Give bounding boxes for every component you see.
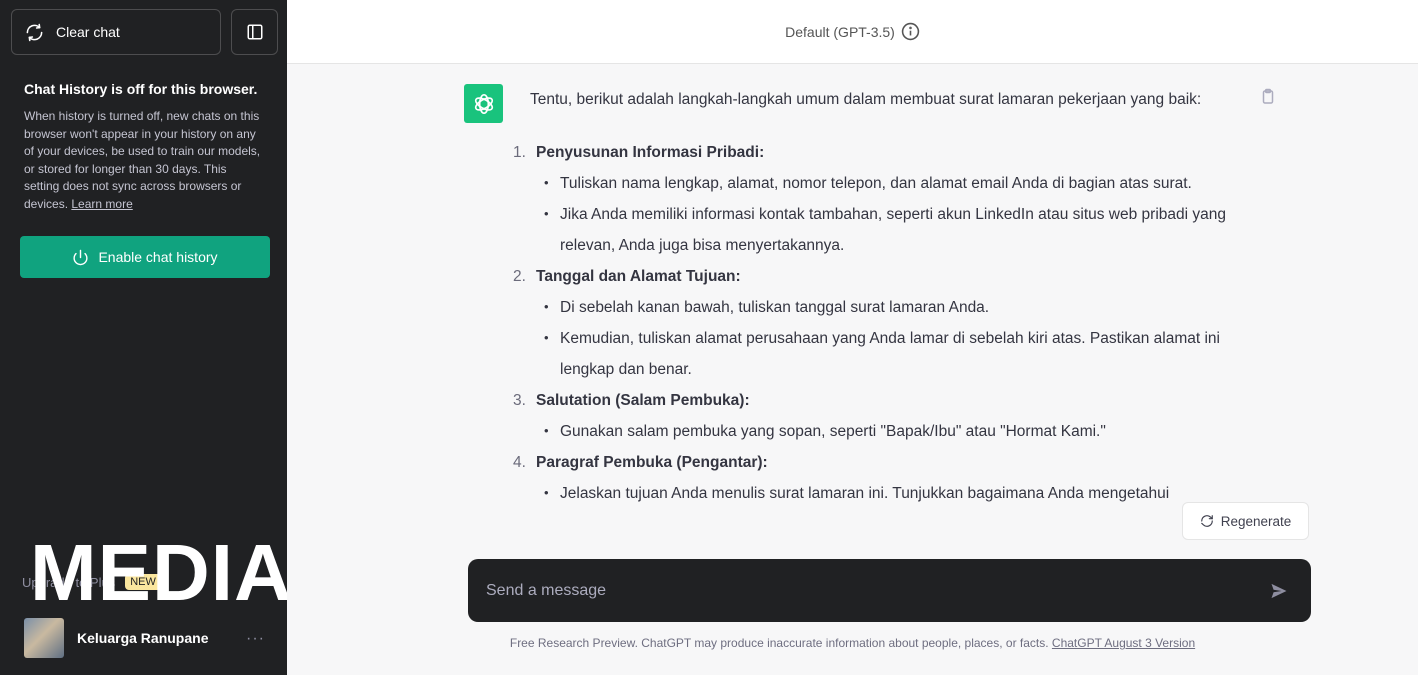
item-title: Penyusunan Informasi Pribadi: bbox=[536, 144, 765, 161]
enable-chat-history-label: Enable chat history bbox=[98, 249, 218, 265]
profile-name: Keluarga Ranupane bbox=[77, 630, 209, 646]
clear-chat-label: Clear chat bbox=[56, 24, 120, 40]
list-item: 1. Penyusunan Informasi Pribadi: bbox=[513, 137, 1230, 168]
learn-more-link[interactable]: Learn more bbox=[71, 197, 132, 211]
model-header: Default (GPT-3.5) bbox=[287, 0, 1418, 64]
bullet-text: Gunakan salam pembuka yang sopan, sepert… bbox=[530, 415, 1230, 447]
bullet-text: Jika Anda memiliki informasi kontak tamb… bbox=[530, 198, 1230, 261]
footer-disclaimer: Free Research Preview. ChatGPT may produ… bbox=[287, 636, 1418, 650]
bullet-text: Tuliskan nama lengkap, alamat, nomor tel… bbox=[530, 167, 1230, 199]
toggle-sidebar-button[interactable] bbox=[231, 9, 278, 55]
clear-chat-button[interactable]: Clear chat bbox=[11, 9, 221, 55]
enable-chat-history-button[interactable]: Enable chat history bbox=[20, 236, 270, 278]
bullet-text: Di sebelah kanan bawah, tuliskan tanggal… bbox=[530, 291, 1230, 323]
regenerate-label: Regenerate bbox=[1220, 513, 1292, 529]
regenerate-icon bbox=[1200, 515, 1213, 527]
watermark-text: MEDIAS bbox=[30, 528, 320, 617]
sidebar-toggle-icon bbox=[247, 24, 262, 40]
history-desc-text: When history is turned off, new chats on… bbox=[24, 109, 261, 211]
item-number: 4. bbox=[513, 454, 526, 471]
assistant-avatar bbox=[464, 84, 503, 123]
message-input[interactable] bbox=[486, 581, 1246, 600]
footer-text: Free Research Preview. ChatGPT may produ… bbox=[509, 636, 1052, 650]
bullet-text: Kemudian, tuliskan alamat perusahaan yan… bbox=[530, 322, 1230, 385]
history-off-description: When history is turned off, new chats on… bbox=[24, 108, 264, 213]
item-title: Paragraf Pembuka (Pengantar): bbox=[536, 454, 768, 471]
send-icon[interactable] bbox=[1269, 581, 1289, 601]
refresh-icon bbox=[26, 23, 43, 41]
bullet-text: Jelaskan tujuan Anda menulis surat lamar… bbox=[530, 477, 1230, 509]
power-icon bbox=[73, 249, 88, 265]
history-off-title: Chat History is off for this browser. bbox=[24, 81, 258, 97]
list-item: 4. Paragraf Pembuka (Pengantar): bbox=[513, 447, 1230, 478]
user-profile-menu[interactable]: Keluarga Ranupane ··· bbox=[0, 612, 287, 664]
regenerate-button[interactable]: Regenerate bbox=[1182, 502, 1309, 540]
item-title: Salutation (Salam Pembuka): bbox=[536, 392, 750, 409]
info-icon[interactable] bbox=[901, 22, 920, 41]
item-number: 2. bbox=[513, 268, 526, 285]
version-link[interactable]: ChatGPT August 3 Version bbox=[1052, 636, 1195, 650]
list-item: 2. Tanggal dan Alamat Tujuan: bbox=[513, 261, 1230, 292]
sidebar: Clear chat Chat History is off for this … bbox=[0, 0, 320, 675]
message-input-box[interactable] bbox=[468, 559, 1311, 622]
copy-icon[interactable] bbox=[1259, 88, 1277, 106]
item-title: Tanggal dan Alamat Tujuan: bbox=[536, 268, 741, 285]
assistant-message: Tentu, berikut adalah langkah-langkah um… bbox=[513, 84, 1230, 509]
list-item: 3. Salutation (Salam Pembuka): bbox=[513, 385, 1230, 416]
model-name: Default (GPT-3.5) bbox=[785, 23, 895, 40]
message-intro: Tentu, berikut adalah langkah-langkah um… bbox=[530, 91, 1202, 108]
item-number: 1. bbox=[513, 144, 526, 161]
item-number: 3. bbox=[513, 392, 526, 409]
more-options-icon[interactable]: ··· bbox=[246, 630, 265, 648]
openai-logo-icon bbox=[474, 93, 493, 114]
avatar bbox=[24, 618, 64, 658]
